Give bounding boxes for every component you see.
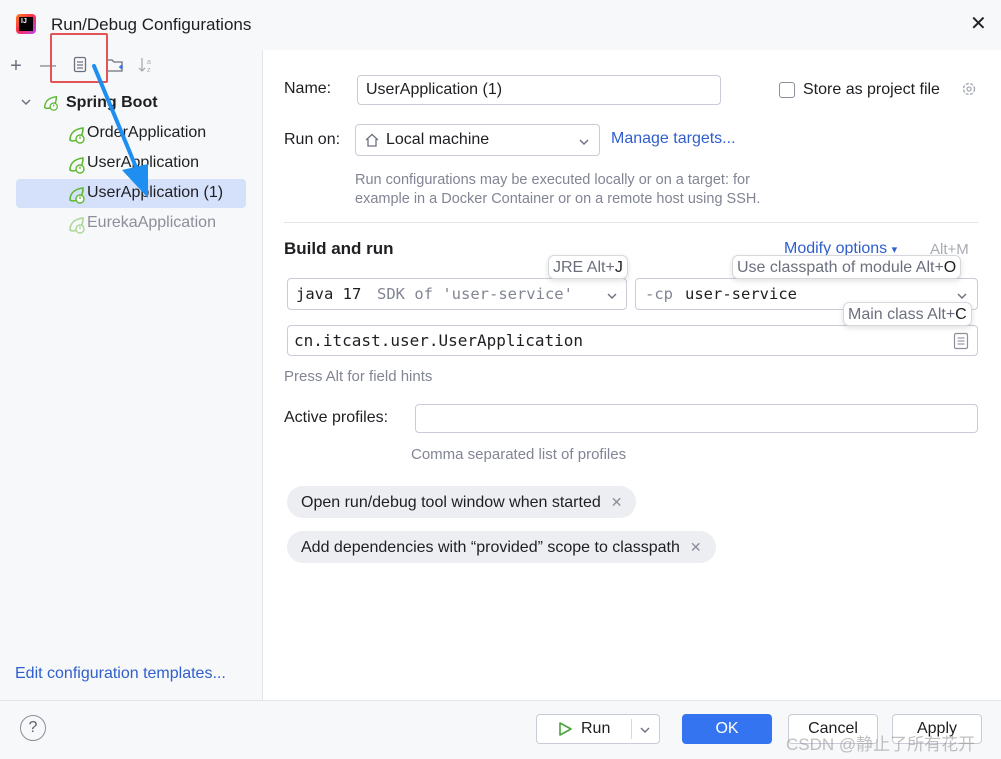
option-chip-provided-scope[interactable]: Add dependencies with “provided” scope t…	[287, 531, 716, 563]
chevron-down-icon[interactable]	[20, 96, 32, 111]
window-title: Run/Debug Configurations	[51, 15, 252, 34]
store-as-project-file-checkbox[interactable]	[779, 82, 795, 98]
split-divider	[631, 719, 632, 739]
jre-shortcut-tooltip: JRE Alt+J	[548, 255, 628, 279]
run-on-dropdown[interactable]: Local machine	[355, 124, 600, 156]
intellij-app-icon: IJ	[16, 14, 36, 34]
chip-label: Add dependencies with “provided” scope t…	[301, 539, 680, 556]
manage-targets-link[interactable]: Manage targets...	[611, 130, 736, 148]
section-divider	[284, 222, 978, 223]
field-hints-text: Press Alt for field hints	[284, 368, 433, 385]
browse-class-icon[interactable]	[953, 332, 969, 355]
close-icon[interactable]: ✕	[970, 14, 987, 34]
run-on-label: Run on:	[284, 131, 341, 148]
run-split-button[interactable]: Run	[536, 714, 660, 744]
run-icon	[557, 721, 573, 742]
run-on-hint-line-2: example in a Docker Container or on a re…	[355, 191, 761, 207]
name-label: Name:	[284, 80, 332, 97]
chip-label: Open run/debug tool window when started	[301, 494, 601, 511]
main-class-shortcut-tooltip: Main class Alt+C	[843, 302, 972, 326]
main-class-field[interactable]: cn.itcast.user.UserApplication	[287, 325, 978, 356]
jre-dropdown[interactable]: java 17 SDK of 'user-service'	[287, 278, 627, 310]
run-on-value: Local machine	[386, 131, 490, 148]
main-class-tooltip-key: C	[955, 306, 967, 323]
help-icon[interactable]: ?	[20, 715, 46, 741]
classpath-module-value: user-service	[685, 285, 797, 303]
jre-version: java 17	[296, 285, 362, 303]
classpath-prefix: -cp	[645, 285, 673, 303]
chevron-down-icon	[606, 289, 618, 307]
active-profiles-label: Active profiles:	[284, 409, 389, 426]
jre-tooltip-key: J	[614, 259, 623, 276]
main-class-value: cn.itcast.user.UserApplication	[294, 331, 583, 350]
main-class-tooltip-label: Main class Alt+	[848, 306, 956, 323]
jre-tooltip-label: JRE Alt+	[553, 259, 615, 276]
gear-icon[interactable]	[960, 80, 978, 103]
watermark: CSDN @静止了所有花开	[786, 735, 976, 754]
ok-button[interactable]: OK	[682, 714, 772, 744]
tree-item-eurekaapplication[interactable]: EurekaApplication	[87, 209, 216, 237]
name-field[interactable]	[357, 75, 721, 105]
close-icon[interactable]: ✕	[611, 494, 623, 510]
edit-templates-link[interactable]: Edit configuration templates...	[15, 665, 226, 683]
home-icon	[364, 132, 380, 153]
store-as-project-file-label[interactable]: Store as project file	[803, 81, 940, 99]
chevron-down-icon	[578, 135, 590, 153]
run-button-label: Run	[581, 720, 611, 737]
title-bar: IJ Run/Debug Configurations ✕	[0, 0, 1001, 50]
chevron-down-icon[interactable]	[639, 723, 651, 741]
active-profiles-field[interactable]	[415, 404, 978, 433]
build-and-run-title: Build and run	[284, 239, 394, 258]
option-chip-open-tool-window[interactable]: Open run/debug tool window when started ✕	[287, 486, 637, 518]
annotation-arrow	[92, 64, 148, 198]
spring-boot-run-icon	[67, 215, 87, 240]
run-on-hint-line-1: Run configurations may be executed local…	[355, 172, 750, 188]
classpath-shortcut-tooltip: Use classpath of module Alt+O	[732, 255, 962, 279]
jre-sdk-label: SDK of 'user-service'	[377, 285, 573, 303]
close-icon[interactable]: ✕	[690, 539, 702, 555]
spring-boot-icon	[42, 94, 60, 117]
classpath-tooltip-key: O	[943, 259, 957, 276]
profiles-hint: Comma separated list of profiles	[411, 446, 627, 463]
classpath-tooltip-label: Use classpath of module Alt+	[737, 259, 944, 276]
add-configuration-icon[interactable]: +	[6, 56, 26, 76]
